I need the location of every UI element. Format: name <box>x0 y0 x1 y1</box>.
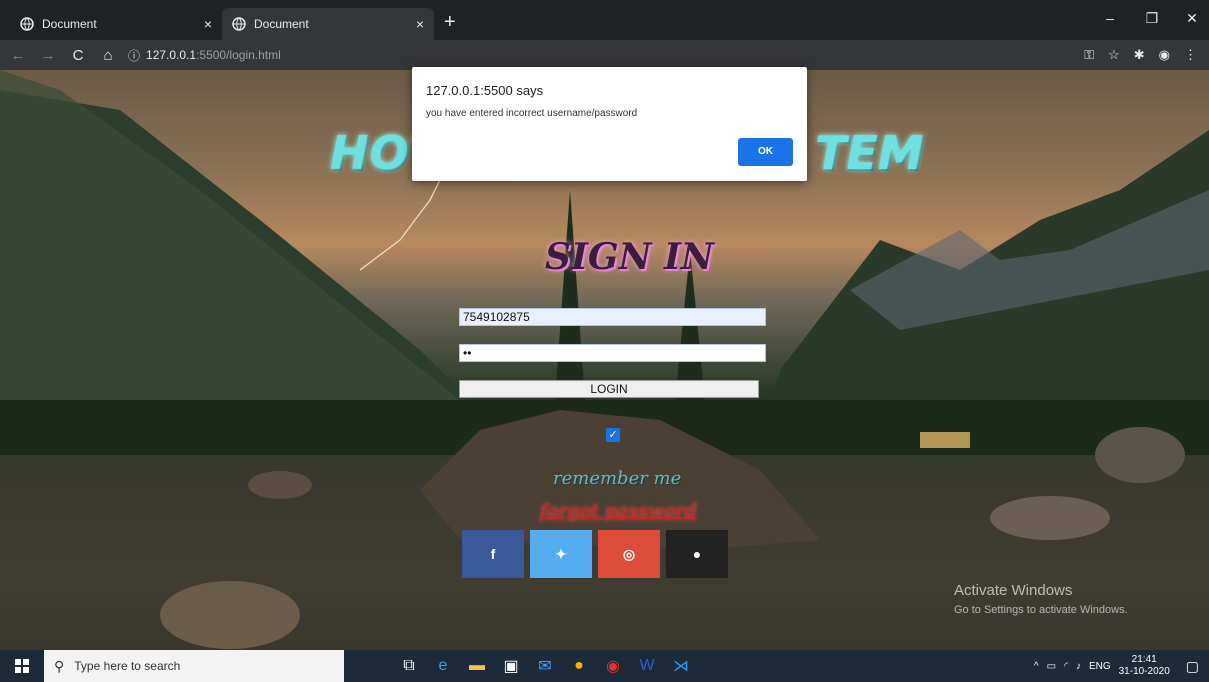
remember-me-label: remember me <box>553 468 682 489</box>
alert-ok-button[interactable]: OK <box>738 138 793 166</box>
address-bar[interactable]: ⓘ 127.0.0.1:5500/login.html <box>128 43 1084 67</box>
back-arrow-icon[interactable]: ← <box>6 43 30 67</box>
facebook-button[interactable]: f <box>462 530 524 578</box>
clock[interactable]: 21:41 31-10-2020 <box>1119 654 1170 678</box>
activate-windows-subtitle: Go to Settings to activate Windows. <box>954 604 1128 616</box>
address-path: :5500/login.html <box>196 48 281 62</box>
vscode-icon[interactable]: ⋊ <box>666 650 696 682</box>
github-icon: ● <box>692 546 702 562</box>
key-icon[interactable]: ⚿ <box>1084 47 1094 63</box>
facebook-icon: f <box>490 546 496 562</box>
tab-close-icon[interactable]: × <box>416 16 424 32</box>
clock-date: 31-10-2020 <box>1118 666 1170 677</box>
windows-taskbar: ⚲ Type here to search ⧉ e ▬ ▣ ✉ ● ◉ W ⋊ … <box>0 650 1209 682</box>
clock-time: 21:41 <box>1131 654 1157 665</box>
windows-start-button[interactable] <box>0 650 44 682</box>
search-placeholder: Type here to search <box>74 659 181 673</box>
windows-logo-icon <box>15 659 29 673</box>
profile-avatar[interactable]: ◉ <box>1159 47 1170 63</box>
mail-icon[interactable]: ✉ <box>530 650 560 682</box>
store-icon[interactable]: ▣ <box>496 650 526 682</box>
tab-document-2[interactable]: Document × <box>222 8 434 40</box>
remember-me-checkbox[interactable]: ✓ <box>606 428 620 442</box>
close-window-button[interactable]: ✕ <box>1182 10 1202 27</box>
alert-origin: 127.0.0.1:5500 says <box>426 83 544 98</box>
forgot-password-link[interactable]: forgot password <box>540 500 697 522</box>
star-icon[interactable]: ☆ <box>1108 47 1120 63</box>
menu-icon[interactable]: ⋮ <box>1184 47 1197 63</box>
activate-windows-title: Activate Windows <box>954 582 1073 599</box>
browser-toolbar: ← → C ⌂ ⓘ 127.0.0.1:5500/login.html ⚿ ☆ … <box>0 40 1209 70</box>
notifications-icon[interactable]: ▢ <box>1186 658 1199 675</box>
restore-button[interactable]: ❐ <box>1142 10 1162 27</box>
language-indicator[interactable]: ENG <box>1089 661 1111 672</box>
system-tray: ^ ▭ ◜ ♪ ENG 21:41 31-10-2020 ▢ <box>1034 650 1209 682</box>
media-icon[interactable]: ◉ <box>598 650 628 682</box>
twitter-button[interactable]: ✦ <box>530 530 592 578</box>
globe-icon <box>20 17 34 31</box>
tab-close-icon[interactable]: × <box>204 16 212 32</box>
alert-dialog: 127.0.0.1:5500 says you have entered inc… <box>412 67 807 181</box>
taskbar-search-input[interactable]: ⚲ Type here to search <box>44 650 344 682</box>
instagram-icon: ◎ <box>622 545 636 562</box>
network-icon[interactable]: ▭ <box>1047 661 1056 672</box>
globe-icon <box>232 17 246 31</box>
instagram-button[interactable]: ◎ <box>598 530 660 578</box>
word-icon[interactable]: W <box>632 650 662 682</box>
new-tab-button[interactable]: + <box>444 12 456 32</box>
volume-icon[interactable]: ♪ <box>1076 661 1081 672</box>
task-view-icon[interactable]: ⧉ <box>394 650 424 682</box>
twitter-icon: ✦ <box>555 545 567 562</box>
login-button[interactable]: LOGIN <box>459 380 759 398</box>
file-explorer-icon[interactable]: ▬ <box>462 650 492 682</box>
github-button[interactable]: ● <box>666 530 728 578</box>
signin-heading: SIGN IN <box>545 236 714 278</box>
tab-document-1[interactable]: Document × <box>10 8 222 40</box>
reload-icon[interactable]: C <box>66 43 90 67</box>
tab-title: Document <box>254 17 309 31</box>
hero-title-right: TEM <box>815 126 924 180</box>
browser-titlebar: Document × Document × + – ❐ ✕ <box>0 0 1209 40</box>
info-icon[interactable]: ⓘ <box>128 47 140 64</box>
forward-arrow-icon[interactable]: → <box>36 43 60 67</box>
username-input[interactable]: 7549102875 <box>459 308 766 326</box>
edge-icon[interactable]: e <box>428 650 458 682</box>
wifi-icon[interactable]: ◜ <box>1064 661 1068 672</box>
home-icon[interactable]: ⌂ <box>96 43 120 67</box>
address-host: 127.0.0.1 <box>146 48 197 62</box>
tab-title: Document <box>42 17 97 31</box>
chrome-icon[interactable]: ● <box>564 650 594 682</box>
password-input[interactable]: •• <box>459 344 766 362</box>
search-icon: ⚲ <box>54 657 65 674</box>
extensions-icon[interactable]: ✱ <box>1134 47 1145 63</box>
minimize-button[interactable]: – <box>1100 10 1120 26</box>
chevron-up-icon[interactable]: ^ <box>1034 661 1039 672</box>
alert-message: you have entered incorrect username/pass… <box>426 108 638 119</box>
